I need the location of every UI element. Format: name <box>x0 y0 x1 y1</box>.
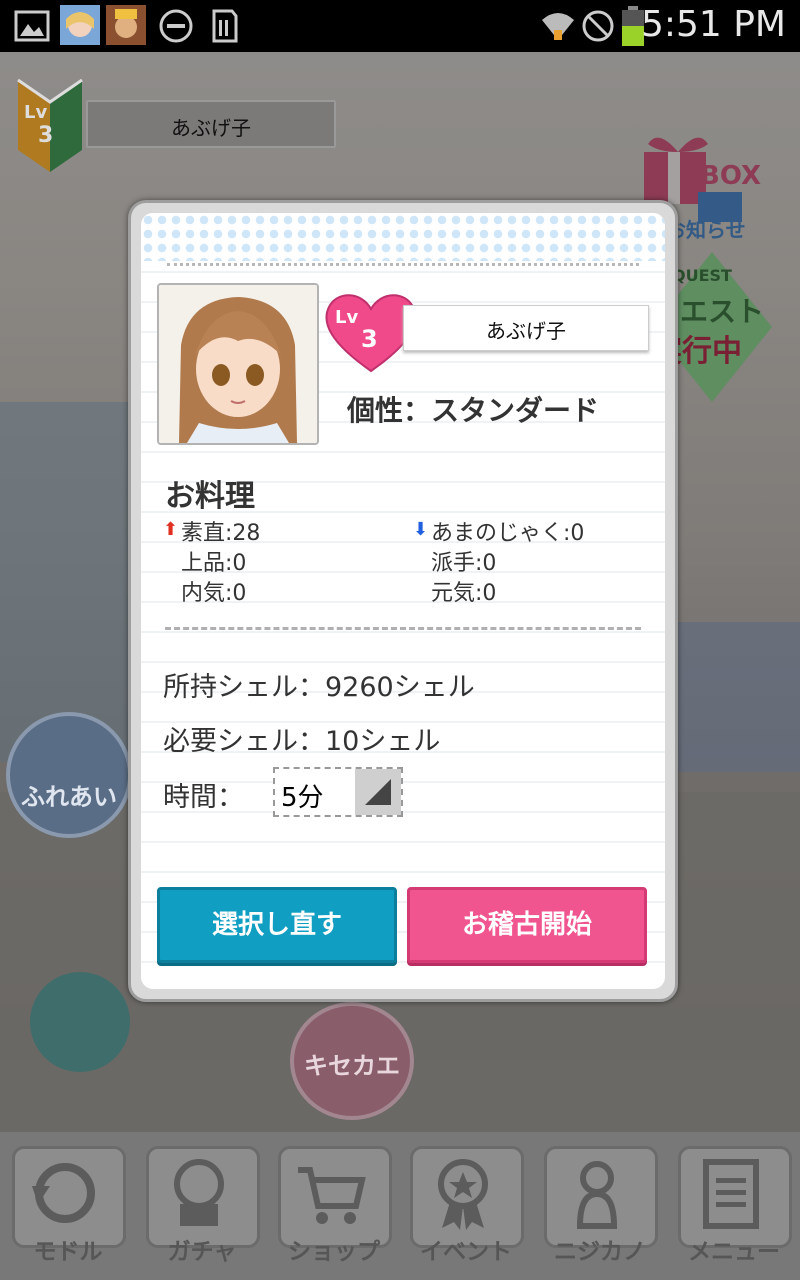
clock-time: 5:51 PM <box>640 4 786 45</box>
divider <box>165 627 641 630</box>
back-icon <box>32 1163 95 1223</box>
time-select[interactable]: 5分 <box>273 767 403 817</box>
wifi-icon <box>542 13 574 40</box>
time-label: 時間： <box>163 782 244 813</box>
stat-shy: 内気:0 <box>181 581 247 606</box>
bottom-nav: モドル ガチャ ショップ イベント ニジカノ メニュー <box>0 1132 800 1280</box>
fureai-label: ふれあい <box>21 783 117 811</box>
svg-text:3: 3 <box>361 325 378 353</box>
shop-cart-icon <box>298 1167 366 1224</box>
nav-label: ショップ <box>288 1239 380 1265</box>
nav-label: ニジカノ <box>554 1239 646 1265</box>
ball-decoration <box>30 972 130 1072</box>
gacha-icon <box>174 1159 224 1226</box>
stat-contrary: あまのじゃく:0 <box>431 521 585 546</box>
character-name-bar: あぶげ子 <box>403 305 649 351</box>
stat-down-arrow-icon: ⬇ <box>413 519 429 540</box>
character-name: あぶげ子 <box>486 319 566 343</box>
nav-nijikano-button[interactable]: ニジカノ <box>540 1144 660 1272</box>
stat-flashy: 派手:0 <box>431 551 497 576</box>
status-bar: 5:51 PM <box>0 0 800 52</box>
nav-gacha-button[interactable]: ガチャ <box>142 1144 262 1272</box>
sd-card-icon <box>212 9 238 43</box>
owned-shells: 所持シェル：9260シェル <box>163 672 475 703</box>
dialog-header-pattern <box>141 213 665 261</box>
nav-label: メニュー <box>688 1239 780 1265</box>
kisekae-label: キセカエ <box>304 1052 400 1080</box>
nav-label: モドル <box>33 1239 103 1265</box>
stat-up-arrow-icon: ⬆ <box>163 519 179 540</box>
girl-portrait-image <box>159 285 317 443</box>
event-ribbon-icon <box>438 1159 488 1230</box>
app-avatar2-icon <box>106 5 146 45</box>
app-avatar-icon <box>60 5 100 45</box>
dropdown-arrow-icon <box>355 769 401 815</box>
time-select-value: 5分 <box>281 783 324 813</box>
fureai-button[interactable]: ふれあい <box>6 712 132 838</box>
kisekae-button[interactable]: キセカエ <box>290 1002 414 1120</box>
svg-text:BOX: BOX <box>700 161 761 191</box>
lesson-dialog: Lv 3 あぶげ子 個性：スタンダード お料理 ⬆ 素直:28 上品:0 内気:… <box>128 200 678 1002</box>
nav-label: イベント <box>420 1239 512 1265</box>
nav-label: ガチャ <box>167 1239 237 1265</box>
quest-label: QUEST <box>672 266 732 285</box>
player-name: あぶげ子 <box>171 116 251 140</box>
svg-text:Lv: Lv <box>24 102 47 123</box>
level-badge-icon: Lv 3 <box>17 78 83 172</box>
stat-energetic: 元気:0 <box>431 581 497 606</box>
nijikano-icon <box>576 1161 618 1229</box>
lesson-title: お料理 <box>165 479 255 514</box>
do-not-disturb-icon <box>159 9 193 43</box>
curtain-decoration <box>0 402 140 762</box>
menu-icon <box>703 1159 759 1229</box>
nav-back-button[interactable]: モドル <box>8 1144 128 1272</box>
personality-text: 個性：スタンダード <box>347 394 600 427</box>
svg-text:Lv: Lv <box>335 307 358 328</box>
reselect-button[interactable]: 選択し直す <box>157 887 397 963</box>
character-portrait <box>157 283 319 445</box>
stat-obedient: 素直:28 <box>181 521 261 546</box>
bed-decoration <box>660 622 800 772</box>
blocked-icon <box>582 10 614 42</box>
stat-elegant: 上品:0 <box>181 551 247 576</box>
divider <box>167 263 639 266</box>
nav-event-button[interactable]: イベント <box>406 1144 526 1272</box>
image-icon <box>14 10 50 42</box>
start-lesson-button[interactable]: お稽古開始 <box>407 887 647 963</box>
required-shells: 必要シェル：10シェル <box>163 726 441 757</box>
nav-menu-button[interactable]: メニュー <box>674 1144 794 1272</box>
svg-text:3: 3 <box>38 123 53 148</box>
nav-shop-button[interactable]: ショップ <box>274 1144 394 1272</box>
player-name-bar: あぶげ子 <box>86 100 336 148</box>
